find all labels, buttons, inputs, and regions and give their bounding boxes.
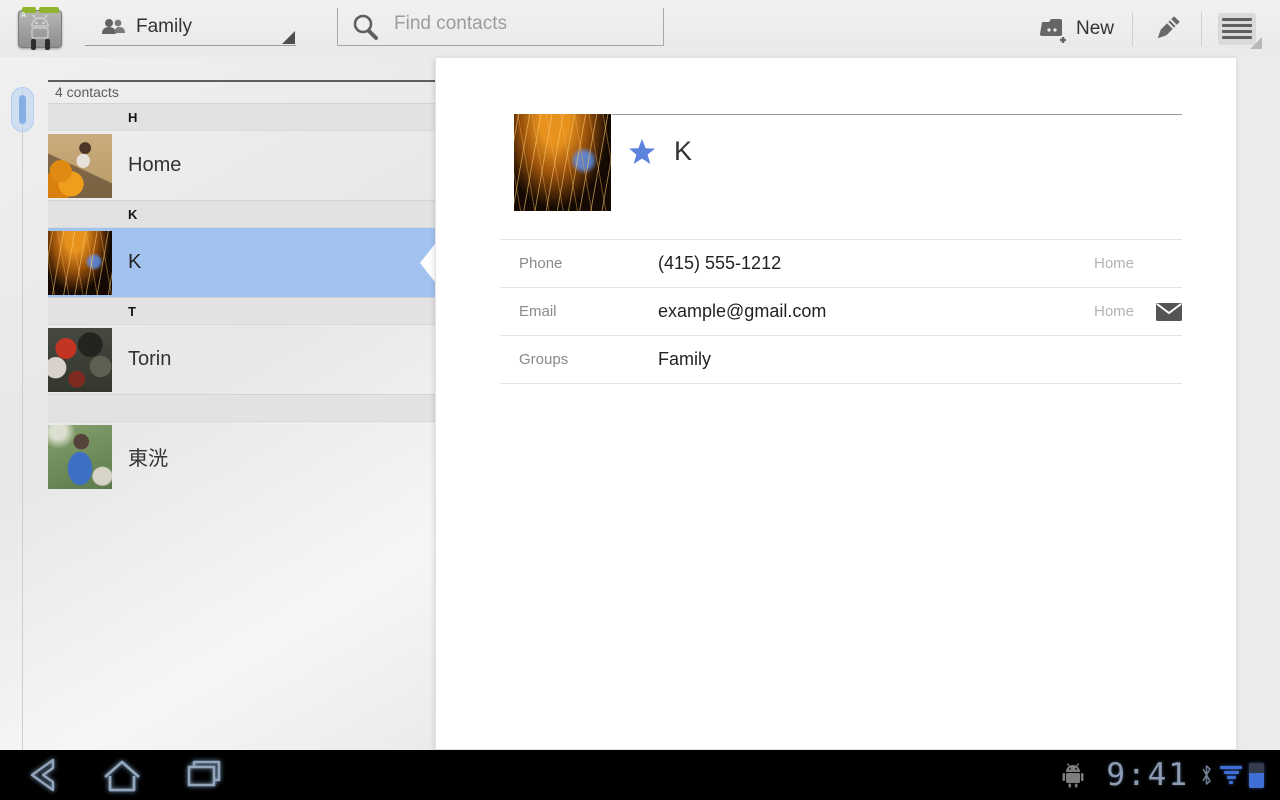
action-bar-buttons: New (1020, 0, 1272, 57)
new-button-label: New (1075, 17, 1114, 39)
search-input[interactable] (380, 12, 663, 41)
new-contact-button[interactable]: New (1020, 0, 1132, 57)
contact-row-tohko[interactable]: 東洸 (48, 422, 435, 491)
back-button[interactable] (16, 753, 64, 797)
menu-caret-icon (1250, 37, 1262, 49)
fast-scroll-track (22, 88, 23, 750)
contact-name-row: K (628, 136, 692, 167)
system-navigation-bar: 9:41 (0, 750, 1280, 800)
back-icon (30, 758, 55, 792)
contact-photo (48, 231, 112, 295)
contact-count-label: 4 contacts (55, 84, 119, 100)
contact-list-panel: 4 contacts H Home K K T Torin 東洸 (0, 57, 435, 750)
pencil-icon (1157, 15, 1180, 38)
groups-field-row[interactable]: Groups Family (500, 336, 1182, 384)
battery-icon (1249, 762, 1264, 788)
field-label: Phone (519, 255, 563, 272)
contact-row-home[interactable]: Home (48, 131, 435, 200)
contact-photo (48, 134, 112, 198)
favorite-star-button[interactable] (628, 138, 656, 166)
section-header-h: H (48, 103, 435, 131)
overflow-menu-button[interactable] (1202, 0, 1272, 57)
groups-value: Family (658, 349, 711, 369)
field-label: Email (519, 303, 557, 320)
contact-row-torin[interactable]: Torin (48, 325, 435, 394)
clock: 9:41 (1106, 757, 1189, 793)
recent-apps-button[interactable] (180, 753, 228, 797)
binder-clip (45, 39, 50, 50)
recents-icon (187, 760, 221, 787)
email-type-label: Home (1093, 303, 1134, 320)
group-filter-label: Family (136, 15, 192, 37)
phone-type-label: Home (1093, 255, 1134, 272)
email-value: example@gmail.com (658, 301, 827, 321)
home-button[interactable] (98, 753, 146, 797)
spinner-caret-icon (282, 31, 295, 44)
wifi-icon (1220, 766, 1242, 784)
group-filter-spinner[interactable]: Family (85, 8, 296, 46)
contact-photo (48, 328, 112, 392)
field-label: Groups (519, 351, 569, 368)
contact-detail-photo[interactable] (514, 114, 611, 211)
phone-field-row[interactable]: Phone (415) 555-1212 Home (500, 240, 1182, 288)
contact-row-k-selected[interactable]: K (48, 228, 435, 297)
phone-value: (415) 555-1212 (658, 253, 782, 273)
add-contact-icon (1039, 18, 1066, 43)
action-bar: A Family Find contacts New (0, 0, 1280, 57)
android-robot-icon (1062, 763, 1084, 788)
detail-fields: Phone (415) 555-1212 Home Email example@… (500, 239, 1182, 384)
section-header-blank (48, 394, 435, 422)
section-header-k: K (48, 200, 435, 228)
send-email-button[interactable] (1134, 302, 1182, 321)
email-field-row[interactable]: Email example@gmail.com Home (500, 288, 1182, 336)
home-icon (104, 760, 140, 792)
contacts-app-screen: A Family Find contacts New 4 contacts H … (0, 0, 1280, 800)
search-field[interactable] (337, 8, 664, 46)
contact-photo (48, 425, 112, 489)
selected-row-notch (420, 243, 435, 282)
android-robot-watermark (31, 14, 49, 39)
search-icon (353, 14, 378, 40)
section-header-t: T (48, 297, 435, 325)
contact-list: 4 contacts H Home K K T Torin 東洸 (48, 80, 435, 491)
binder-clip (31, 39, 36, 50)
star-icon (629, 138, 655, 164)
bluetooth-icon (1202, 765, 1211, 785)
contacts-app-icon[interactable]: A (16, 4, 64, 52)
edit-contact-button[interactable] (1133, 0, 1201, 57)
contact-detail-panel: K Phone (415) 555-1212 Home Email exampl… (435, 57, 1237, 750)
fast-scroll-thumb[interactable] (11, 87, 34, 132)
email-icon (1156, 302, 1182, 321)
contact-detail-name: K (674, 136, 693, 166)
group-icon (102, 18, 125, 34)
name-divider-line (612, 114, 1182, 115)
status-area[interactable]: 9:41 (1061, 750, 1264, 800)
